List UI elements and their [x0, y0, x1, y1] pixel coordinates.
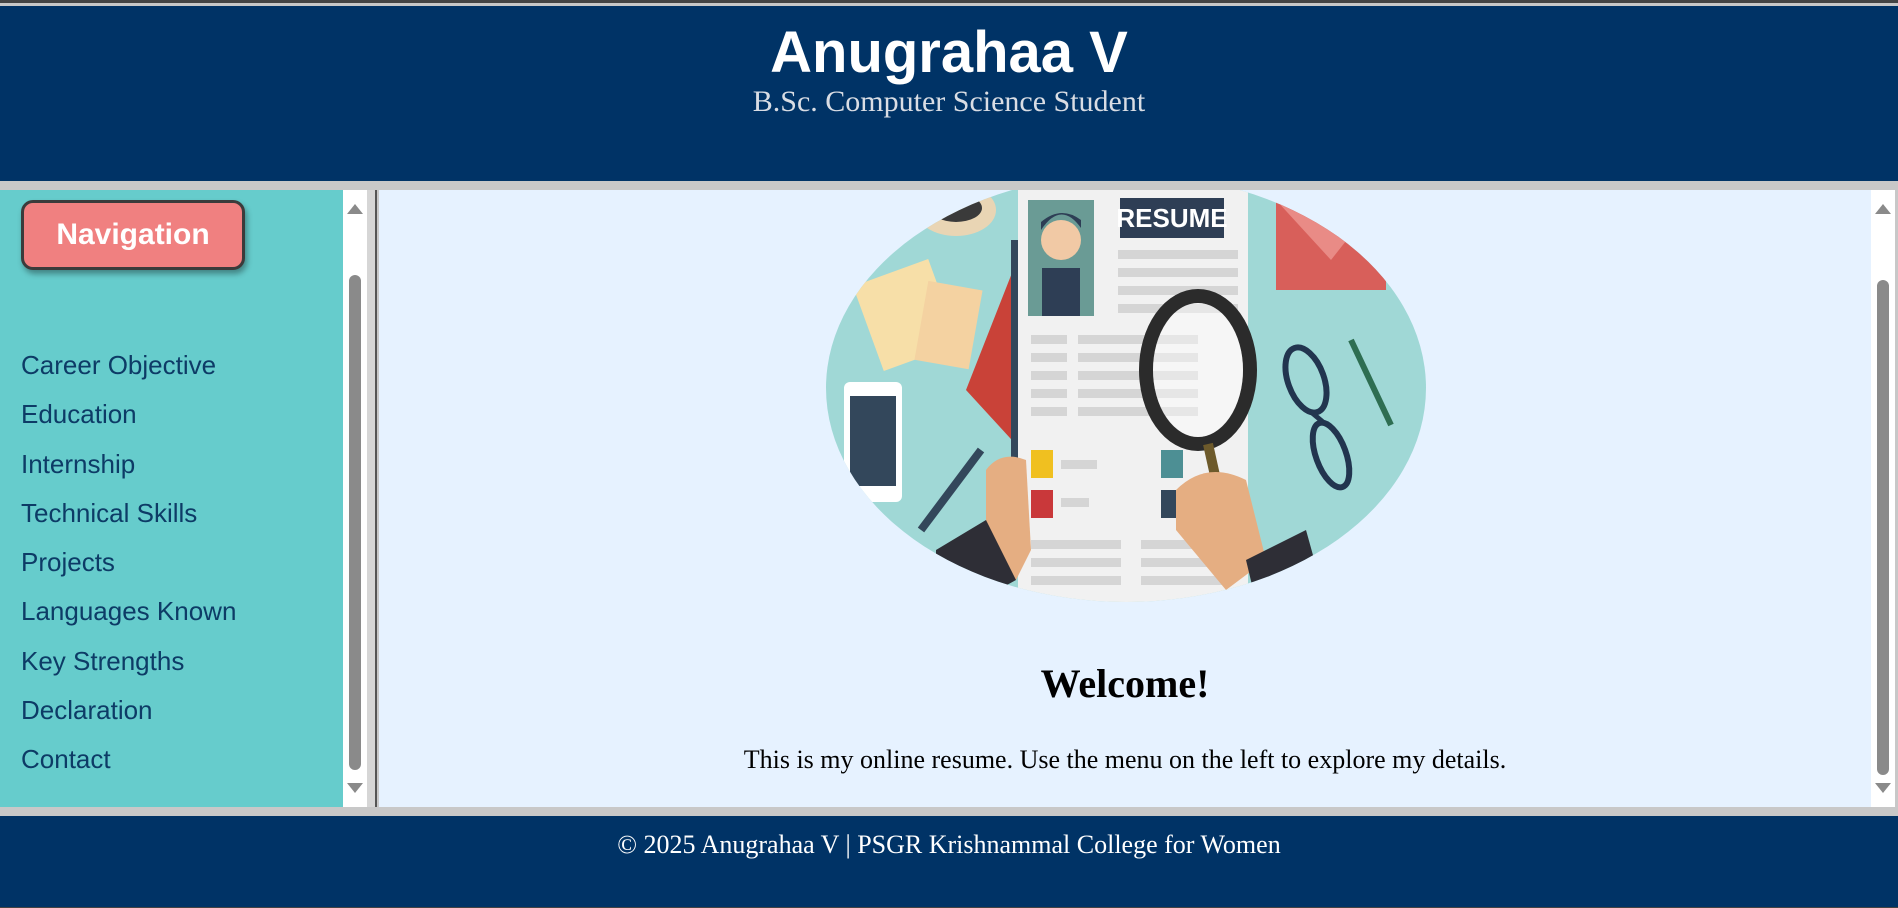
- intro-text: This is my online resume. Use the menu o…: [743, 745, 1507, 774]
- nav-item-education: Education: [21, 390, 236, 439]
- nav-link-internship[interactable]: Internship: [21, 449, 135, 479]
- nav-item-career-objective: Career Objective: [21, 341, 236, 390]
- nav-link-key-strengths[interactable]: Key Strengths: [21, 646, 184, 676]
- frame-divider[interactable]: [367, 190, 377, 807]
- welcome-heading: Welcome!: [1040, 661, 1210, 706]
- nav-item-contact: Contact: [21, 735, 236, 784]
- scroll-thumb[interactable]: [349, 275, 361, 770]
- footer-copyright: © 2025 Anugrahaa V | PSGR Krishnammal Co…: [617, 830, 1281, 859]
- navigation-button[interactable]: Navigation: [21, 200, 245, 270]
- nav-item-languages-known: Languages Known: [21, 587, 236, 636]
- footer-frame: © 2025 Anugrahaa V | PSGR Krishnammal Co…: [0, 816, 1898, 907]
- scroll-down-arrow-icon[interactable]: [347, 783, 363, 793]
- nav-item-technical-skills: Technical Skills: [21, 489, 236, 538]
- site-subtitle: B.Sc. Computer Science Student: [752, 85, 1146, 118]
- nav-item-key-strengths: Key Strengths: [21, 637, 236, 686]
- nav-link-declaration[interactable]: Declaration: [21, 695, 153, 725]
- nav-item-internship: Internship: [21, 440, 236, 489]
- scroll-down-arrow-icon[interactable]: [1875, 783, 1891, 793]
- nav-link-technical-skills[interactable]: Technical Skills: [21, 498, 197, 528]
- nav-item-projects: Projects: [21, 538, 236, 587]
- nav-link-projects[interactable]: Projects: [21, 547, 115, 577]
- scroll-thumb[interactable]: [1877, 280, 1889, 775]
- nav-link-career-objective[interactable]: Career Objective: [21, 350, 216, 380]
- nav-link-contact[interactable]: Contact: [21, 744, 111, 774]
- page: Anugrahaa V B.Sc. Computer Science Stude…: [0, 0, 1898, 908]
- main-content-frame: RESUME Welcome! This is my online resume…: [379, 190, 1871, 807]
- scroll-up-arrow-icon[interactable]: [347, 204, 363, 214]
- nav-link-education[interactable]: Education: [21, 399, 137, 429]
- navigation-menu: Career Objective Education Internship Te…: [21, 341, 236, 785]
- scroll-up-arrow-icon[interactable]: [1875, 204, 1891, 214]
- header-frame: Anugrahaa V B.Sc. Computer Science Stude…: [0, 6, 1898, 181]
- main-scrollbar[interactable]: [1871, 190, 1895, 807]
- resume-image-label: RESUME: [1116, 203, 1227, 233]
- nav-item-declaration: Declaration: [21, 686, 236, 735]
- resume-illustration: RESUME: [826, 190, 1426, 602]
- site-title: Anugrahaa V: [770, 20, 1128, 85]
- nav-scrollbar[interactable]: [343, 190, 367, 807]
- nav-link-languages-known[interactable]: Languages Known: [21, 596, 236, 626]
- navigation-frame: Navigation Career Objective Education In…: [0, 190, 343, 807]
